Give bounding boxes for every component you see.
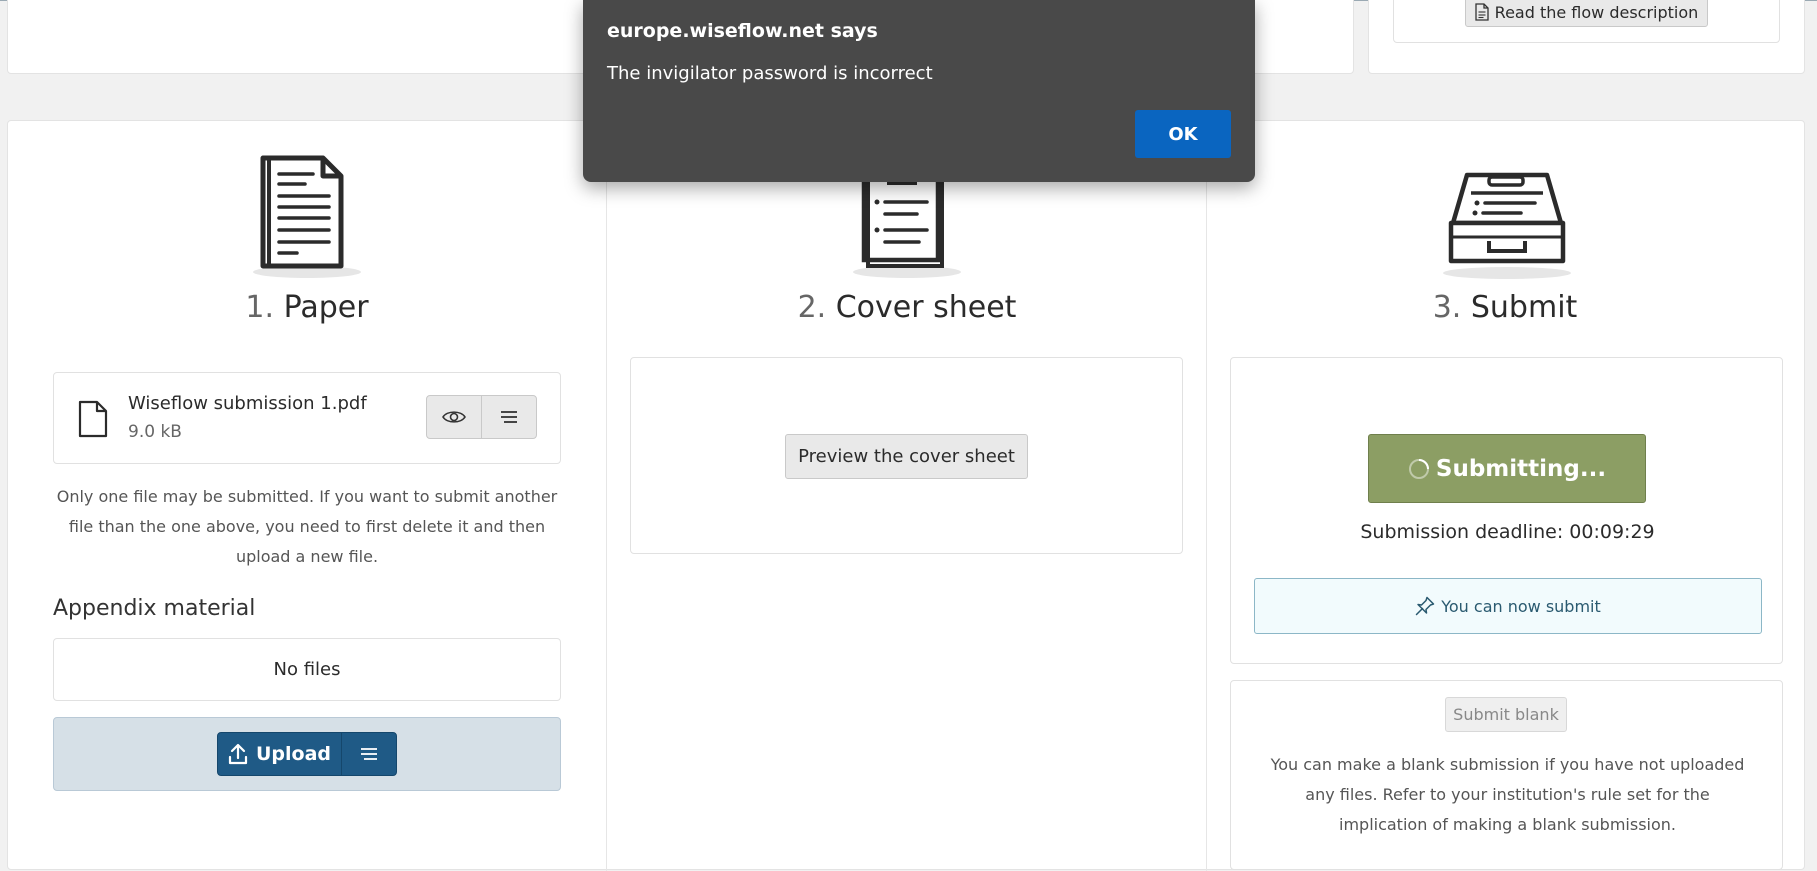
upload-menu-button[interactable]: [341, 732, 397, 776]
column-divider: [606, 121, 607, 871]
blank-submission-box: Submit blank You can make a blank submis…: [1230, 680, 1783, 870]
submitting-label: Submitting...: [1435, 455, 1607, 482]
read-flow-label: Read the flow description: [1494, 2, 1699, 22]
cover-title: 2. Cover sheet: [757, 290, 1057, 325]
submit-title: 3. Submit: [1405, 290, 1605, 325]
inbox-tray-icon: [1443, 172, 1571, 279]
dialog-title: europe.wiseflow.net says: [607, 20, 878, 42]
upload-button[interactable]: Upload: [217, 732, 342, 776]
cover-sheet-icon: [853, 180, 961, 278]
submit-blank-button[interactable]: Submit blank: [1445, 697, 1567, 732]
ok-label: OK: [1168, 123, 1198, 145]
file-size: 9.0 kB: [128, 422, 182, 442]
can-submit-text: You can now submit: [1441, 596, 1601, 616]
paper-title: 1. Paper: [207, 290, 407, 325]
menu-icon: [361, 748, 377, 760]
upload-label: Upload: [255, 743, 332, 765]
submit-number: 3.: [1432, 290, 1462, 325]
top-right-card: Read the flow description: [1368, 0, 1805, 74]
paper-number: 1.: [245, 290, 275, 325]
cover-sheet-box: Preview the cover sheet: [630, 357, 1183, 554]
file-item: Wiseflow submission 1.pdf 9.0 kB: [53, 372, 561, 464]
pin-icon: [1415, 596, 1435, 616]
submission-deadline: Submission deadline: 00:09:29: [1360, 521, 1655, 543]
alert-dialog: europe.wiseflow.net says The invigilator…: [583, 0, 1255, 182]
file-name: Wiseflow submission 1.pdf: [128, 393, 367, 414]
blank-submission-note: You can make a blank submission if you h…: [1270, 755, 1745, 834]
dialog-message: The invigilator password is incorrect: [607, 63, 933, 84]
appendix-files-box: No files: [53, 638, 561, 701]
file-icon: [78, 400, 108, 438]
can-submit-notice: You can now submit: [1254, 578, 1762, 634]
submit-box: Submitting... Submission deadline: 00:09…: [1230, 357, 1783, 664]
preview-cover-label: Preview the cover sheet: [798, 446, 1015, 467]
submit-title-text: Submit: [1470, 290, 1578, 325]
preview-file-button[interactable]: [426, 395, 482, 439]
menu-icon: [501, 411, 517, 423]
read-flow-description-button[interactable]: Read the flow description: [1465, 0, 1708, 27]
paper-document-icon: [253, 155, 361, 278]
spinner-icon: [1408, 458, 1429, 479]
single-file-note: Only one file may be submitted. If you w…: [56, 487, 558, 566]
cover-title-text: Cover sheet: [835, 290, 1017, 325]
preview-cover-sheet-button[interactable]: Preview the cover sheet: [785, 434, 1028, 479]
document-icon: [1475, 3, 1489, 21]
no-files-text: No files: [273, 659, 341, 680]
eye-icon: [442, 411, 466, 423]
cover-number: 2.: [797, 290, 827, 325]
upload-icon: [228, 743, 248, 765]
paper-title-text: Paper: [283, 290, 369, 325]
submit-blank-label: Submit blank: [1453, 705, 1559, 724]
upload-area: Upload: [53, 717, 561, 791]
file-menu-button[interactable]: [481, 395, 537, 439]
submitting-button[interactable]: Submitting...: [1368, 434, 1646, 503]
ok-button[interactable]: OK: [1135, 110, 1231, 158]
appendix-heading: Appendix material: [53, 596, 256, 621]
column-divider: [1206, 121, 1207, 871]
